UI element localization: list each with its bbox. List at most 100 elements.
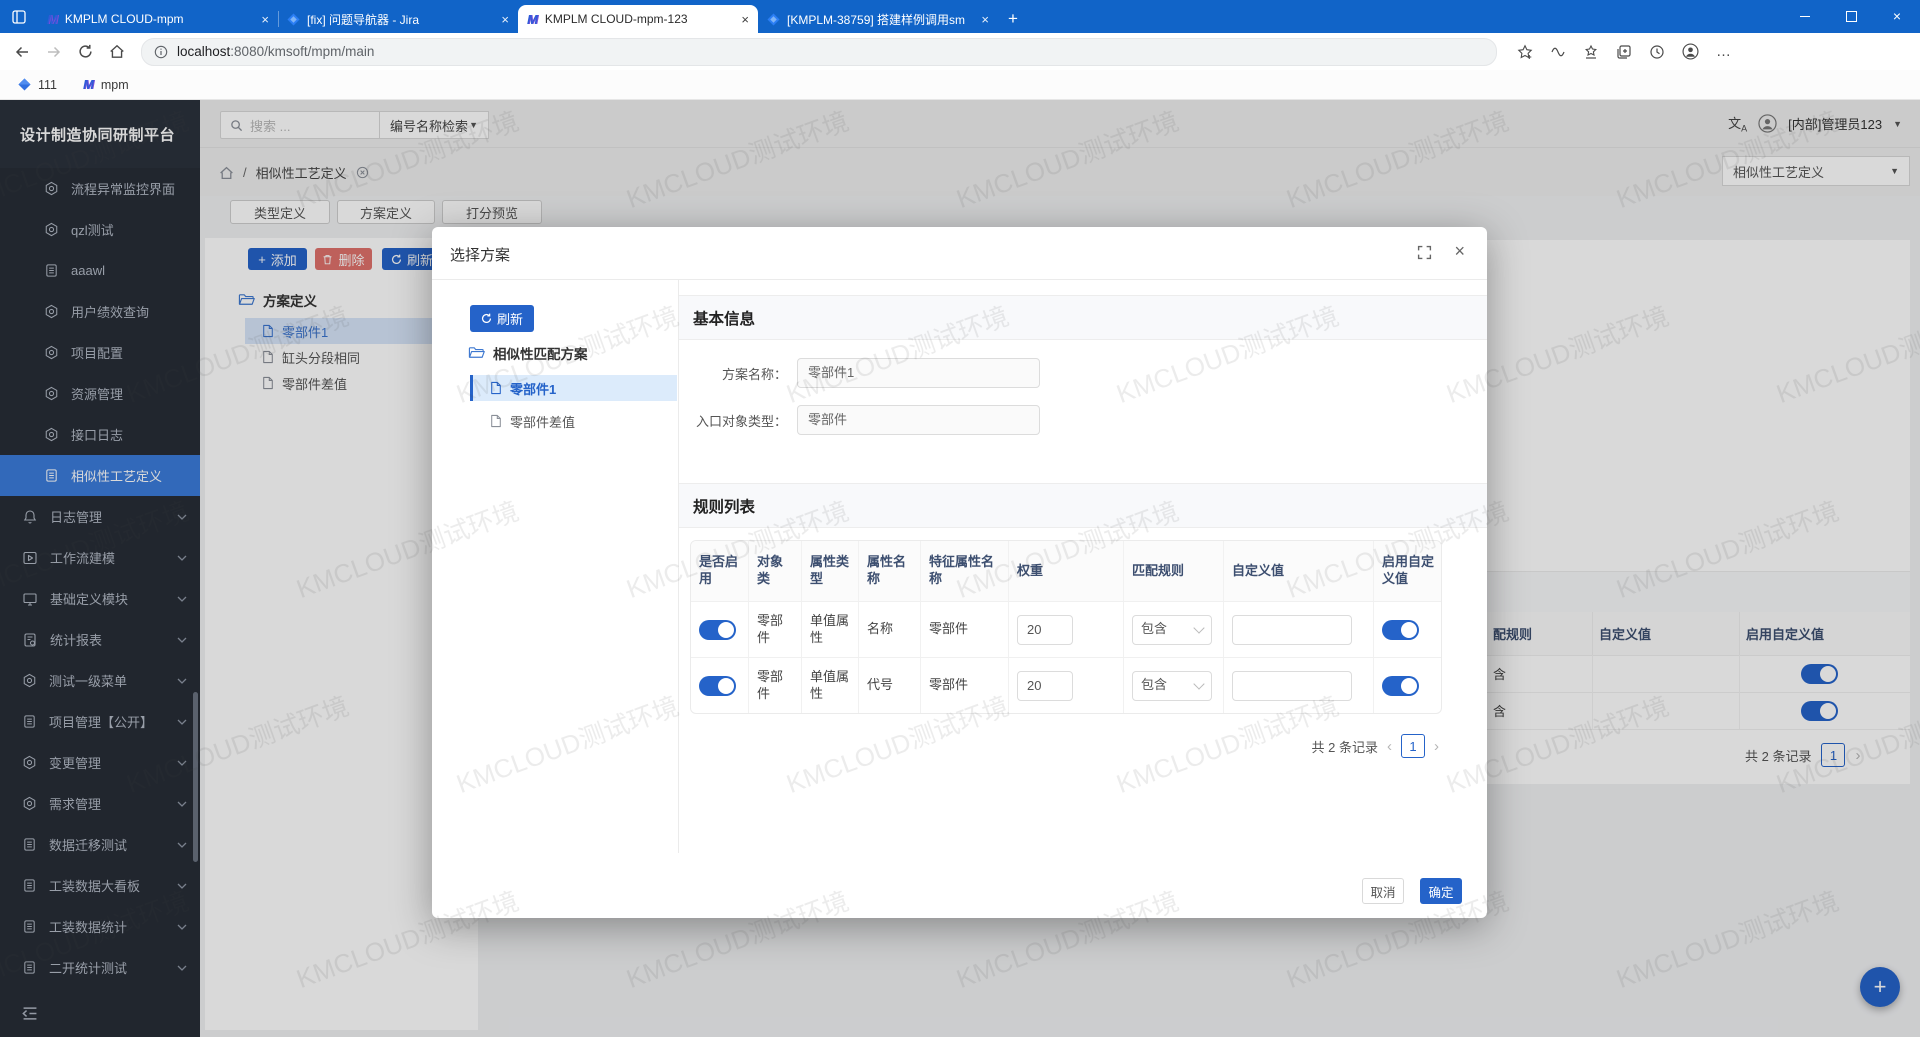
navbar-actions: … (1517, 43, 1732, 60)
rule-table-header: 是否启用对象类属性类型属性名称特征属性名称权重匹配规则自定义值启用自定义值 (691, 541, 1441, 601)
custom-enabled-toggle[interactable] (1382, 676, 1419, 696)
window-close-icon[interactable]: × (1874, 0, 1920, 32)
browser-navbar: localhost:8080/kmsoft/mpm/main … (0, 33, 1920, 70)
rule-table-row-0: 零部件单值属性名称零部件20包含 (691, 601, 1441, 657)
section-basic-info: 基本信息 (679, 295, 1487, 340)
chevron-down-icon (1193, 622, 1204, 633)
browser-tabs: MKMPLM CLOUD-mpm× [fix] 问题导航器 - Jira × M KMP… (38, 5, 998, 33)
record-count: 共 2 条记录 (1312, 737, 1378, 756)
km-logo-icon: M (83, 77, 94, 92)
tab-actions-icon[interactable] (0, 0, 38, 33)
restore-icon[interactable] (1828, 0, 1874, 32)
ok-button[interactable]: 确定 (1420, 878, 1462, 904)
dialog-tree-item-part-diff[interactable]: 零部件差值 (470, 408, 677, 434)
dialog-refresh-button[interactable]: 刷新 (470, 305, 534, 332)
attr-type-cell: 单值属性 (801, 602, 858, 657)
next-page-icon[interactable]: › (1434, 738, 1439, 755)
favorites-bar-icon[interactable] (1583, 44, 1599, 60)
folder-open-icon (468, 346, 485, 360)
new-tab-button[interactable]: + (998, 5, 1028, 33)
rule-col-header-5: 权重 (1008, 541, 1123, 601)
custom-value-input[interactable] (1232, 615, 1352, 645)
url-host: localhost (177, 44, 230, 59)
browser-tab-3[interactable]: [KMPLM-38759] 搭建样例调用sm × (758, 5, 998, 33)
rule-col-header-7: 自定义值 (1223, 541, 1373, 601)
collections-icon[interactable] (1616, 44, 1632, 60)
object-class-cell: 零部件 (748, 602, 801, 657)
enabled-toggle[interactable] (699, 620, 736, 640)
weight-input[interactable]: 20 (1017, 671, 1073, 701)
prev-page-icon[interactable]: ‹ (1387, 738, 1392, 755)
tab-close-icon[interactable]: × (981, 12, 989, 27)
address-bar[interactable]: localhost:8080/kmsoft/mpm/main (141, 38, 1497, 66)
jira-icon (287, 13, 300, 26)
match-rule-value: 包含 (1141, 621, 1167, 638)
rule-col-header-1: 对象类 (748, 541, 801, 601)
rule-table-pagination: 共 2 条记录 ‹ 1 › (1312, 734, 1439, 758)
bookmark-label: mpm (101, 78, 129, 92)
back-icon[interactable] (14, 44, 30, 60)
favorites-add-star-icon[interactable] (1517, 44, 1533, 60)
diamond-icon (18, 78, 31, 91)
minimize-icon[interactable] (1782, 0, 1828, 32)
dialog-title: 选择方案 (450, 244, 510, 265)
forward-icon[interactable] (46, 44, 62, 60)
custom-enabled-cell (1373, 658, 1442, 713)
profile-avatar-icon[interactable] (1682, 43, 1699, 60)
dialog-footer: 取消 确定 (432, 853, 1487, 918)
scheme-name-input[interactable]: 零部件1 (797, 358, 1040, 388)
history-icon[interactable] (1649, 44, 1665, 60)
custom-value-cell (1223, 658, 1373, 713)
browser-tab-1[interactable]: [fix] 问题导航器 - Jira × (278, 5, 518, 33)
km-logo-icon: M (47, 12, 58, 27)
weight-input[interactable]: 20 (1017, 615, 1073, 645)
match-rule-cell: 包含 (1123, 658, 1223, 713)
attr-name-cell: 代号 (858, 658, 920, 713)
tab-close-icon[interactable]: × (501, 12, 509, 27)
entry-object-type-input[interactable]: 零部件 (797, 405, 1040, 435)
tab-close-icon[interactable]: × (741, 12, 749, 27)
km-logo-icon: M (527, 12, 538, 27)
enabled-cell (691, 658, 748, 713)
dialog-tree-root[interactable]: 相似性匹配方案 (468, 343, 588, 363)
settings-more-icon[interactable]: … (1716, 43, 1732, 60)
rule-table: 是否启用对象类属性类型属性名称特征属性名称权重匹配规则自定义值启用自定义值零部件… (690, 540, 1442, 714)
browser-essentials-icon[interactable] (1550, 44, 1566, 60)
file-icon (490, 414, 502, 428)
cancel-button[interactable]: 取消 (1362, 878, 1404, 904)
bookmark-label: 111 (38, 78, 57, 92)
match-rule-select[interactable]: 包含 (1132, 671, 1212, 701)
bookmark-111[interactable]: 111 (18, 78, 57, 92)
browser-tab-0[interactable]: MKMPLM CLOUD-mpm× (38, 5, 278, 33)
close-icon[interactable]: × (1454, 241, 1465, 262)
custom-value-cell (1223, 602, 1373, 657)
tab-title: KMPLM CLOUD-mpm-123 (545, 12, 736, 26)
field-label: 方案名称： (679, 364, 787, 383)
home-icon[interactable] (109, 44, 125, 59)
reload-icon[interactable] (78, 44, 93, 59)
browser-titlebar: MKMPLM CLOUD-mpm× [fix] 问题导航器 - Jira × M KMP… (0, 0, 1920, 33)
refresh-icon (481, 313, 492, 324)
dialog-header: 选择方案 × (432, 227, 1487, 280)
match-rule-value: 包含 (1141, 677, 1167, 694)
custom-enabled-toggle[interactable] (1382, 620, 1419, 640)
rule-col-header-8: 启用自定义值 (1373, 541, 1442, 601)
fullscreen-icon[interactable] (1417, 245, 1432, 260)
enabled-toggle[interactable] (699, 676, 736, 696)
dialog-tree-item-part1[interactable]: 零部件1 (470, 375, 677, 401)
site-info-icon[interactable] (154, 45, 168, 59)
url-text: localhost:8080/kmsoft/mpm/main (177, 44, 374, 59)
tab-title: [KMPLM-38759] 搭建样例调用sm (787, 11, 975, 28)
tab-title: [fix] 问题导航器 - Jira (307, 11, 495, 28)
page-number[interactable]: 1 (1401, 734, 1425, 758)
dialog-body: 刷新 相似性匹配方案 零部件1 零部件差值 (432, 279, 1487, 853)
match-rule-select[interactable]: 包含 (1132, 615, 1212, 645)
bookmark-mpm[interactable]: M mpm (83, 77, 129, 92)
tab-close-icon[interactable]: × (261, 12, 269, 27)
browser-tab-2[interactable]: M KMPLM CLOUD-mpm-123 × (518, 5, 758, 33)
custom-value-input[interactable] (1232, 671, 1352, 701)
rule-col-header-4: 特征属性名称 (920, 541, 1008, 601)
field-entry-object-type: 入口对象类型： 零部件 (679, 405, 1040, 435)
rule-col-header-0: 是否启用 (691, 541, 748, 601)
screen: MKMPLM CLOUD-mpm× [fix] 问题导航器 - Jira × M KMP… (0, 0, 1920, 1037)
